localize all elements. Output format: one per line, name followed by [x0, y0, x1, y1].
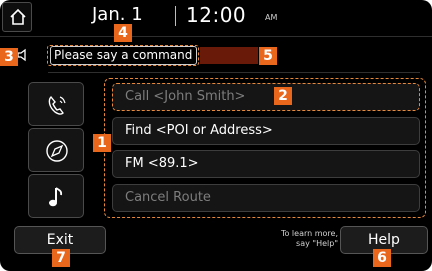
status-separator — [175, 6, 176, 26]
navigation-button[interactable] — [28, 128, 84, 172]
hint-line: say "Help" — [296, 239, 338, 248]
phone-button[interactable] — [28, 82, 84, 126]
callout-badge-7: 7 — [52, 249, 70, 267]
ampm-indicator: AM — [265, 13, 278, 22]
callout-badge-5: 5 — [259, 47, 277, 65]
media-button[interactable] — [28, 174, 84, 218]
callout-badge-4: 4 — [114, 24, 132, 42]
command-cancel-route[interactable]: Cancel Route — [112, 184, 420, 212]
callout-badge-1: 1 — [93, 134, 111, 152]
status-bar: Jan. 1 12:00 AM — [0, 0, 432, 36]
command-find[interactable]: Find <POI or Address> — [112, 117, 420, 145]
divider — [48, 72, 420, 73]
divider — [0, 36, 432, 37]
home-button[interactable] — [2, 2, 32, 32]
help-hint: To learn more, say "Help" — [246, 229, 338, 249]
voice-level-bar — [200, 47, 258, 64]
callout-badge-3: 3 — [0, 48, 18, 66]
date-display: Jan. 1 — [92, 4, 143, 25]
clock-display: 12:00 — [186, 3, 247, 27]
hint-line: To learn more, — [280, 229, 338, 238]
callout-badge-2: 2 — [274, 87, 292, 105]
callout-frame-4 — [47, 45, 199, 66]
callout-badge-6: 6 — [373, 249, 391, 267]
phone-voice-icon — [48, 95, 66, 115]
music-note-icon — [49, 187, 63, 207]
command-call[interactable]: Call <John Smith> — [112, 83, 420, 111]
command-fm[interactable]: FM <89.1> — [112, 150, 420, 178]
home-icon — [10, 8, 26, 25]
speaker-icon — [17, 48, 26, 62]
voice-recognition-screen: Jan. 1 12:00 AM Please say a command Cal… — [0, 0, 432, 271]
navigation-compass-icon — [46, 140, 68, 162]
